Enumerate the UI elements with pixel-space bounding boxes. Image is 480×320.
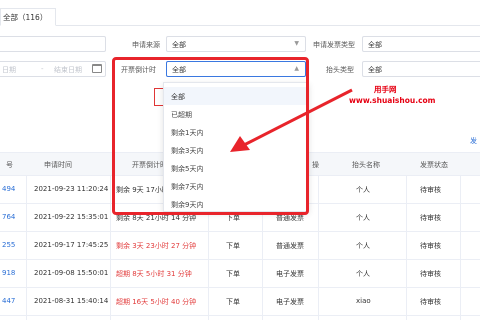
title-type-label: 抬头类型 xyxy=(326,66,354,74)
invoice-type-cell: 电子发票 xyxy=(276,270,304,278)
invoice-type-cell: 普通发票 xyxy=(276,242,304,250)
order-number-input[interactable] xyxy=(0,36,106,52)
table-row[interactable]: 447 2021-08-31 15:40:14 超期 16天 5小时 40 分钟… xyxy=(0,288,480,316)
date-separator: - xyxy=(41,65,44,73)
apply-time-cell: 2021-09-23 11:20:24 xyxy=(34,185,109,193)
order-id-link[interactable]: 918 xyxy=(2,269,15,277)
title-name-cell: 个人 xyxy=(356,214,370,222)
order-id-link[interactable]: 447 xyxy=(2,297,15,305)
end-date-placeholder: 结束日期 xyxy=(54,66,82,74)
invoice-type-select[interactable]: 全部 xyxy=(362,36,480,52)
status-cell: 待审核 xyxy=(420,270,441,278)
status-cell: 待审核 xyxy=(420,242,441,250)
table-row[interactable]: 255 2021-09-17 17:45:25 剩余 3天 23小时 27 分钟… xyxy=(0,232,480,260)
watermark-title: 用手网 xyxy=(374,85,397,94)
export-link[interactable]: 发 xyxy=(470,136,477,146)
title-name-cell: 个人 xyxy=(356,270,370,278)
title-name-cell: 个人 xyxy=(356,186,370,194)
status-cell: 待审核 xyxy=(420,298,441,306)
tab-all[interactable]: 全部（116） xyxy=(0,8,56,26)
source-label: 申请来源 xyxy=(132,41,160,49)
id-header-fragment: 号 xyxy=(6,161,13,169)
countdown-cell: 超期 8天 5小时 31 分钟 xyxy=(116,270,192,278)
date-range-picker[interactable]: 日期 - 结束日期 xyxy=(0,61,106,77)
tab-bar: 全部（116） xyxy=(0,0,480,26)
status-cell: 待审核 xyxy=(420,214,441,222)
apply-time-cell: 2021-09-17 17:45:25 xyxy=(34,241,109,249)
source-cell: 下单 xyxy=(226,242,240,250)
annotation-arrow-icon xyxy=(230,88,353,152)
calendar-icon[interactable] xyxy=(92,64,102,73)
order-id-link[interactable]: 764 xyxy=(2,213,15,221)
source-select[interactable]: 全部 ▼ xyxy=(166,36,306,52)
title-type-select[interactable]: 全部 xyxy=(362,61,480,77)
start-date-placeholder: 日期 xyxy=(2,66,16,74)
title-name-cell: xiao xyxy=(356,297,371,305)
title-name-cell: 个人 xyxy=(356,242,370,250)
chevron-down-icon: ▼ xyxy=(294,40,299,47)
watermark-url: www.shuaishou.com xyxy=(349,96,436,105)
title-name-header: 抬头名称 xyxy=(352,161,380,169)
countdown-cell: 超期 16天 5小时 40 分钟 xyxy=(116,298,197,306)
order-id-link[interactable]: 255 xyxy=(2,241,15,249)
status-cell: 待审核 xyxy=(420,186,441,194)
apply-time-cell: 2021-09-22 15:35:01 xyxy=(34,213,109,221)
invoice-type-cell: 电子发票 xyxy=(276,298,304,306)
table-row[interactable]: 918 2021-09-08 15:50:01 超期 8天 5小时 31 分钟 … xyxy=(0,260,480,288)
source-cell: 下单 xyxy=(226,298,240,306)
source-select-value: 全部 xyxy=(172,41,186,49)
countdown-cell: 剩余 3天 23小时 27 分钟 xyxy=(116,242,197,250)
action-header: 操 xyxy=(312,161,319,169)
status-header: 发票状态 xyxy=(420,161,448,169)
apply-time-header: 申请时间 xyxy=(44,161,72,169)
apply-time-cell: 2021-08-31 15:40:14 xyxy=(34,297,109,305)
source-cell: 下单 xyxy=(226,270,240,278)
invoice-type-value: 全部 xyxy=(368,41,382,49)
order-id-link[interactable]: 494 xyxy=(2,185,15,193)
apply-time-cell: 2021-09-08 15:50:01 xyxy=(34,269,109,277)
invoice-type-label: 申请发票类型 xyxy=(313,41,355,49)
title-type-value: 全部 xyxy=(368,66,382,74)
